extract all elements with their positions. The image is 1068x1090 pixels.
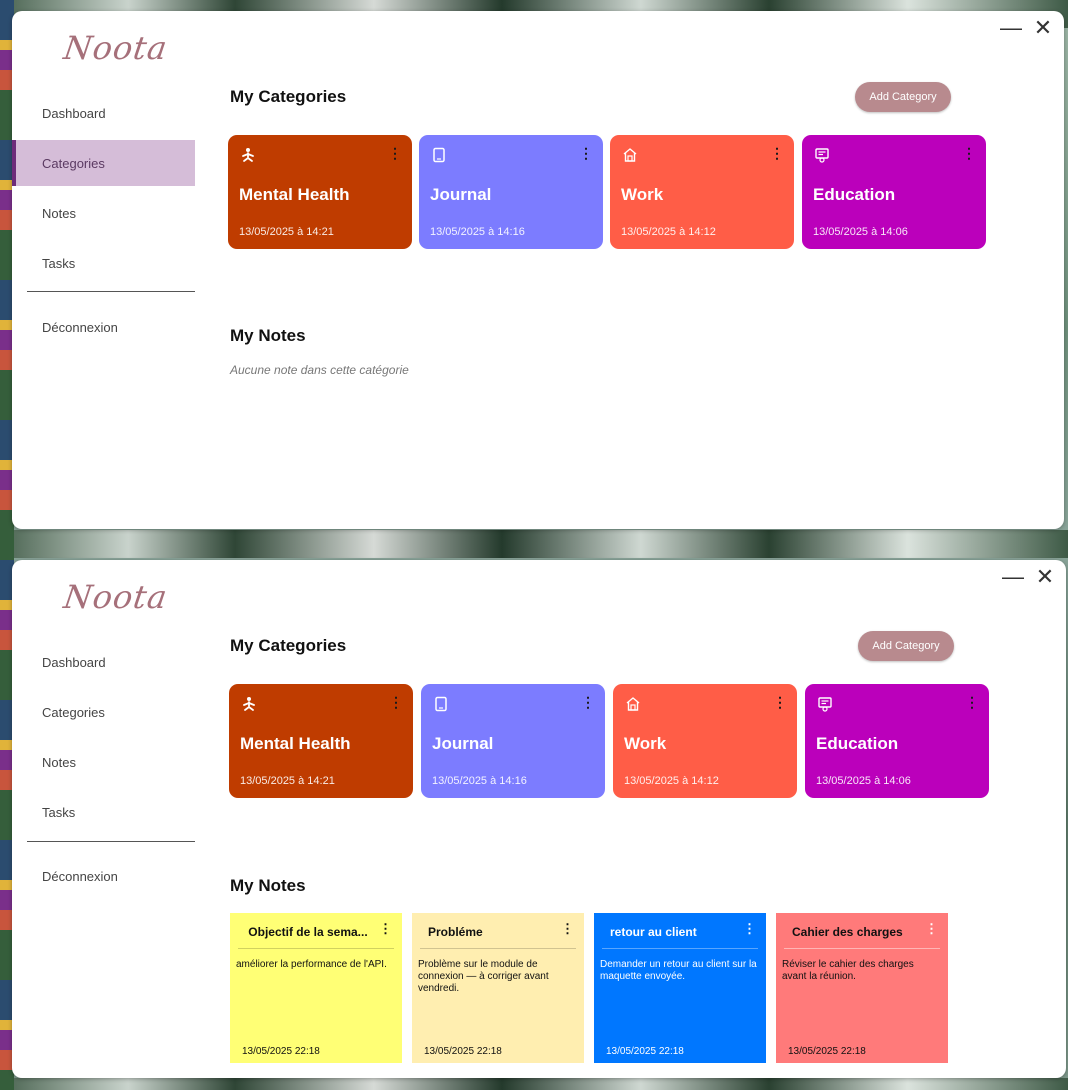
app-window-notes: Noota — ✕ Dashboard Categories Notes Tas… — [12, 560, 1066, 1078]
category-date: 13/05/2025 à 14:21 — [240, 775, 335, 787]
category-card-work[interactable]: ⋮ Work 13/05/2025 à 14:12 — [610, 135, 794, 249]
note-body: améliorer la performance de l'API. — [236, 959, 387, 970]
tablet-icon — [433, 147, 445, 163]
note-card[interactable]: Cahier des charges ⋮ Réviser le cahier d… — [776, 913, 948, 1063]
category-name: Work — [624, 734, 667, 753]
desktop-wallpaper-middle — [0, 530, 1068, 558]
categories-title: My Categories — [230, 87, 347, 106]
category-card-work[interactable]: ⋮ Work 13/05/2025 à 14:12 — [613, 684, 797, 798]
note-divider — [784, 948, 940, 949]
category-date: 13/05/2025 à 14:16 — [432, 775, 527, 787]
note-body: Réviser le cahier des charges avant la r… — [782, 959, 914, 982]
sidebar-divider — [27, 291, 195, 292]
note-body: Demander un retour au client sur la maqu… — [600, 959, 757, 982]
category-date: 13/05/2025 à 14:06 — [816, 775, 911, 787]
note-divider — [420, 948, 576, 949]
note-menu-button[interactable]: ⋮ — [925, 921, 938, 937]
close-button[interactable]: ✕ — [1034, 566, 1056, 588]
office-icon — [623, 148, 637, 162]
certificate-icon — [815, 148, 829, 163]
note-date: 13/05/2025 22:18 — [424, 1046, 502, 1057]
note-title: Objectif de la sema... — [248, 925, 368, 939]
category-date: 13/05/2025 à 14:21 — [239, 226, 334, 238]
category-menu-button[interactable]: ⋮ — [773, 694, 787, 711]
category-date: 13/05/2025 à 14:12 — [621, 226, 716, 238]
note-title: retour au client — [610, 925, 697, 939]
sidebar-item-categories[interactable]: Categories — [12, 689, 195, 735]
category-menu-button[interactable]: ⋮ — [579, 145, 593, 162]
app-window-categories: Noota — ✕ Dashboard Categories Notes Tas… — [12, 11, 1064, 529]
category-menu-button[interactable]: ⋮ — [770, 145, 784, 162]
sidebar: Dashboard Categories Notes Tasks Déconne… — [12, 560, 207, 1078]
note-body: Problème sur le module de connexion — à … — [418, 959, 549, 994]
sidebar-item-notes[interactable]: Notes — [12, 739, 195, 785]
sidebar-item-dashboard[interactable]: Dashboard — [12, 639, 195, 685]
sidebar-divider — [27, 841, 195, 842]
category-menu-button[interactable]: ⋮ — [389, 694, 403, 711]
category-card-mental-health[interactable]: ⋮ Mental Health 13/05/2025 à 14:21 — [229, 684, 413, 798]
note-date: 13/05/2025 22:18 — [606, 1046, 684, 1057]
sidebar-item-tasks[interactable]: Tasks — [12, 789, 195, 835]
notes-title: My Notes — [230, 876, 306, 895]
category-menu-button[interactable]: ⋮ — [388, 145, 402, 162]
sidebar: Dashboard Categories Notes Tasks Déconne… — [12, 11, 207, 529]
note-date: 13/05/2025 22:18 — [788, 1046, 866, 1057]
categories-title: My Categories — [230, 636, 347, 655]
desktop-wallpaper-bottom — [0, 1078, 1068, 1090]
sidebar-item-logout[interactable]: Déconnexion — [12, 853, 195, 899]
sidebar-item-logout[interactable]: Déconnexion — [12, 304, 195, 350]
add-category-button[interactable]: Add Category — [858, 631, 954, 661]
note-card[interactable]: retour au client ⋮ Demander un retour au… — [594, 913, 766, 1063]
notes-title: My Notes — [230, 326, 306, 345]
note-card[interactable]: Objectif de la sema... ⋮ améliorer la pe… — [230, 913, 402, 1063]
note-date: 13/05/2025 22:18 — [242, 1046, 320, 1057]
certificate-icon — [818, 697, 832, 712]
add-category-button[interactable]: Add Category — [855, 82, 951, 112]
category-date: 13/05/2025 à 14:16 — [430, 226, 525, 238]
category-card-journal[interactable]: ⋮ Journal 13/05/2025 à 14:16 — [421, 684, 605, 798]
sidebar-item-notes[interactable]: Notes — [12, 190, 195, 236]
category-date: 13/05/2025 à 14:06 — [813, 226, 908, 238]
sidebar-item-categories[interactable]: Categories — [12, 140, 195, 186]
minimize-button[interactable]: — — [1000, 17, 1022, 39]
close-button[interactable]: ✕ — [1032, 17, 1054, 39]
note-title: Probléme — [428, 925, 483, 939]
sidebar-item-tasks[interactable]: Tasks — [12, 240, 195, 286]
category-card-education[interactable]: ⋮ Education 13/05/2025 à 14:06 — [805, 684, 989, 798]
category-card-journal[interactable]: ⋮ Journal 13/05/2025 à 14:16 — [419, 135, 603, 249]
note-divider — [602, 948, 758, 949]
window-controls: — ✕ — [1000, 17, 1054, 39]
category-name: Education — [816, 734, 899, 753]
category-name: Mental Health — [239, 185, 350, 204]
category-menu-button[interactable]: ⋮ — [962, 145, 976, 162]
note-title: Cahier des charges — [792, 925, 903, 939]
category-menu-button[interactable]: ⋮ — [965, 694, 979, 711]
category-name: Work — [621, 185, 664, 204]
note-menu-button[interactable]: ⋮ — [743, 921, 756, 937]
category-card-mental-health[interactable]: ⋮ Mental Health 13/05/2025 à 14:21 — [228, 135, 412, 249]
meditation-icon — [242, 148, 254, 162]
category-name: Education — [813, 185, 896, 204]
meditation-icon — [243, 697, 255, 711]
category-name: Journal — [430, 185, 492, 204]
office-icon — [626, 697, 640, 711]
category-menu-button[interactable]: ⋮ — [581, 694, 595, 711]
sidebar-item-dashboard[interactable]: Dashboard — [12, 90, 195, 136]
category-card-education[interactable]: ⋮ Education 13/05/2025 à 14:06 — [802, 135, 986, 249]
minimize-button[interactable]: — — [1002, 566, 1024, 588]
empty-notes-message: Aucune note dans cette catégorie — [230, 363, 409, 377]
note-menu-button[interactable]: ⋮ — [379, 921, 392, 937]
note-divider — [238, 948, 394, 949]
window-controls: — ✕ — [1002, 566, 1056, 588]
note-card[interactable]: Probléme ⋮ Problème sur le module de con… — [412, 913, 584, 1063]
note-menu-button[interactable]: ⋮ — [561, 921, 574, 937]
tablet-icon — [435, 696, 447, 712]
category-date: 13/05/2025 à 14:12 — [624, 775, 719, 787]
category-name: Mental Health — [240, 734, 351, 753]
category-name: Journal — [432, 734, 494, 753]
